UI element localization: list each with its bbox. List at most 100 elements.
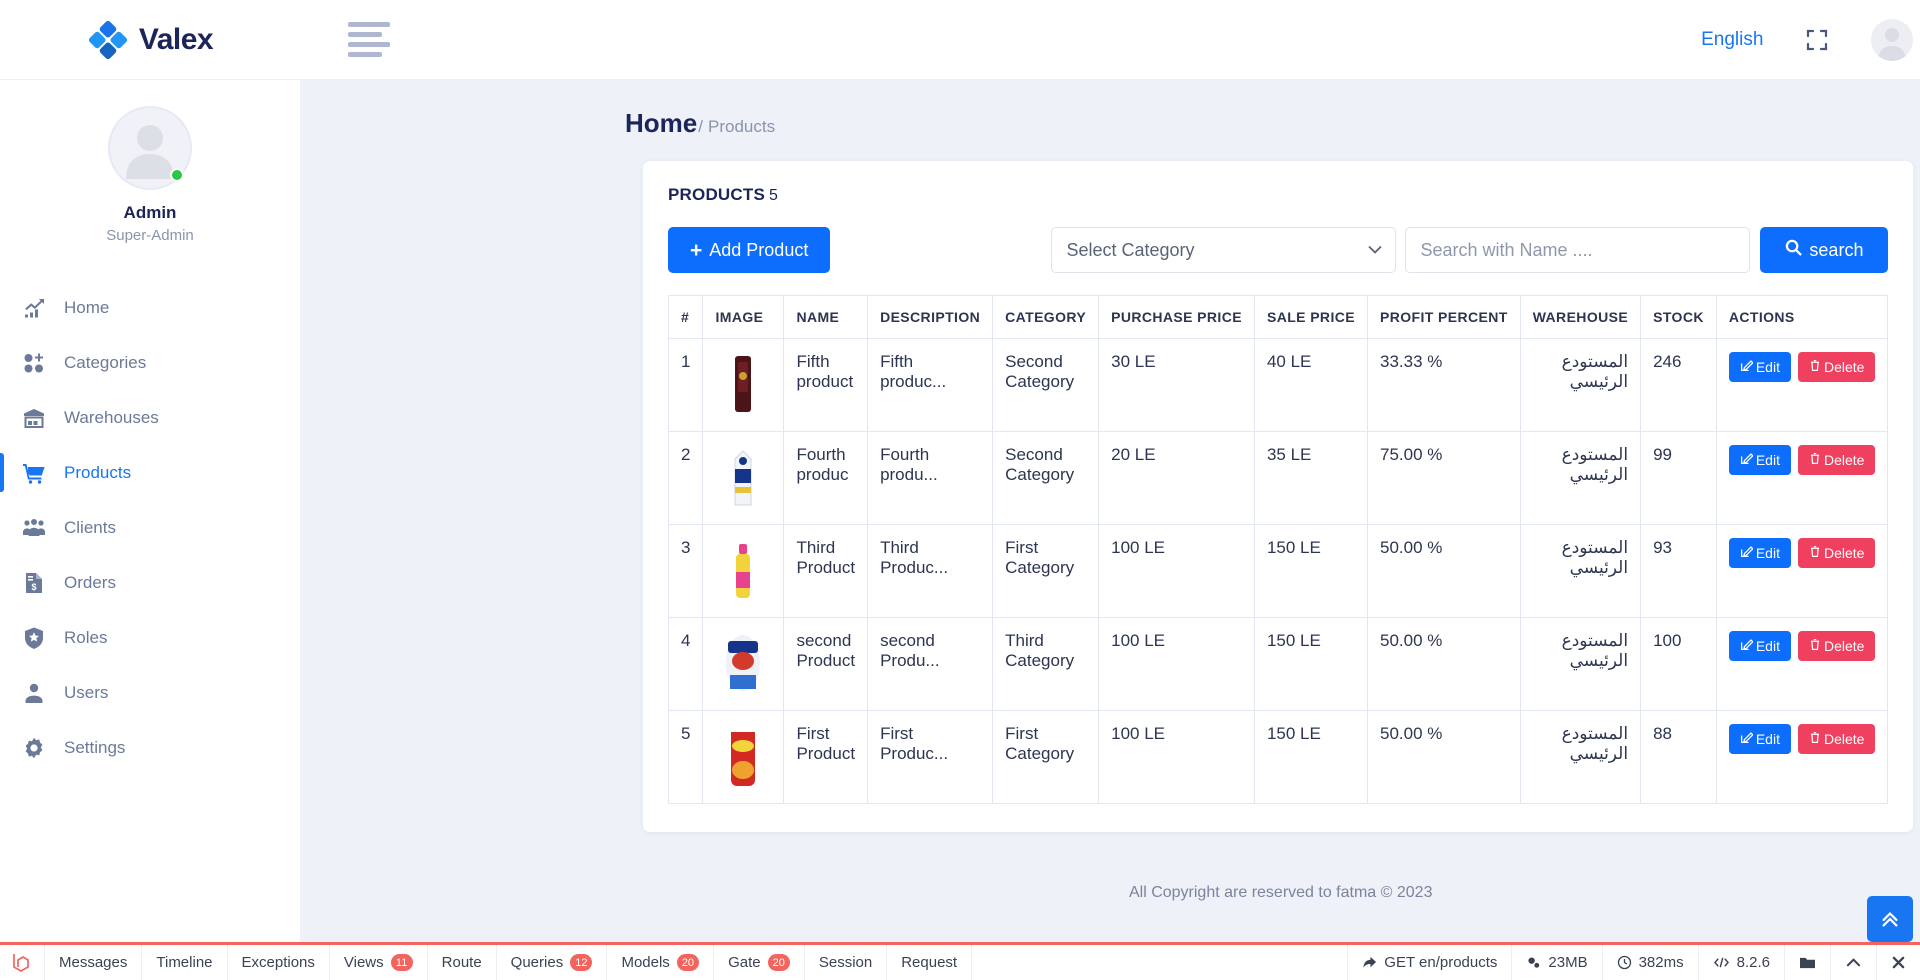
debugbar-tab[interactable]: Models 20	[607, 945, 715, 980]
sidebar-item-label: Products	[64, 462, 132, 482]
column-header-index: #	[667, 295, 704, 339]
edit-button[interactable]: Edit	[1728, 724, 1791, 754]
column-header-sale-price: SALE PRICE	[1253, 295, 1368, 339]
sidebar-item-roles[interactable]: Roles	[0, 610, 300, 665]
breadcrumb-home[interactable]: Home	[625, 108, 697, 139]
debugbar-tab-badge: 20	[676, 954, 700, 971]
pencil-square-icon	[1740, 731, 1754, 747]
cell-description: Fourth produ...	[867, 431, 994, 525]
cell-category: Third Category	[992, 617, 1100, 711]
cell-purchase-price: 100 LE	[1098, 710, 1255, 804]
debugbar-collapse-button[interactable]	[1830, 945, 1876, 980]
hamburger-icon[interactable]	[348, 22, 390, 57]
cell-stock: 88	[1640, 710, 1717, 804]
language-switcher[interactable]: English	[1701, 29, 1763, 51]
sidebar-item-orders[interactable]: $ Orders	[0, 555, 300, 610]
sidebar-item-categories[interactable]: Categories	[0, 335, 300, 390]
debugbar-tab[interactable]: Request	[887, 945, 973, 980]
debugbar-time[interactable]: 382ms	[1601, 945, 1698, 980]
sidebar-item-label: Warehouses	[64, 407, 159, 427]
table-body: 1 Fifth product Fifth produc... Second Cate…	[667, 338, 1889, 804]
sidebar-item-warehouses[interactable]: Warehouses	[0, 390, 300, 445]
sidebar-item-products[interactable]: Products	[0, 445, 300, 500]
table-head: # IMAGE NAME DESCRIPTION CATEGORY PURCHA…	[667, 295, 1889, 339]
search-button[interactable]: search	[1760, 227, 1889, 273]
topbar-avatar[interactable]	[1871, 18, 1914, 61]
user-icon	[22, 681, 46, 705]
cell-actions: Edit Delete	[1715, 338, 1889, 432]
debugbar-tab[interactable]: Messages	[44, 945, 143, 980]
cell-warehouse: المستودع الرئيسي	[1519, 710, 1642, 804]
edit-button[interactable]: Edit	[1728, 538, 1791, 568]
profile-name: Admin	[123, 203, 177, 222]
avatar[interactable]	[108, 106, 192, 190]
cell-name: First Product	[783, 710, 869, 804]
cell-index: 2	[667, 431, 704, 525]
debugbar-tab[interactable]: Gate 20	[714, 945, 805, 980]
cell-sale-price: 150 LE	[1253, 524, 1368, 618]
code-icon	[1713, 955, 1730, 970]
sidebar-item-clients[interactable]: Clients	[0, 500, 300, 555]
debugbar-tab[interactable]: Route	[428, 945, 497, 980]
delete-button[interactable]: Delete	[1797, 445, 1876, 475]
cell-stock: 100	[1640, 617, 1717, 711]
debugbar-tab-label: Gate	[728, 954, 761, 971]
column-header-actions: ACTIONS	[1715, 295, 1889, 339]
debugbar-close-button[interactable]	[1876, 945, 1920, 980]
topbar: English	[300, 0, 1920, 80]
brand-logo[interactable]: Valex	[0, 0, 300, 80]
sidebar-item-home[interactable]: Home	[0, 280, 300, 335]
table-row: 5 First Product First Produc... First Categ…	[667, 710, 1889, 804]
column-header-purchase-price: PURCHASE PRICE	[1098, 295, 1255, 339]
delete-button[interactable]: Delete	[1797, 724, 1876, 754]
debugbar-memory[interactable]: 23MB	[1511, 945, 1601, 980]
delete-button[interactable]: Delete	[1797, 538, 1876, 568]
debugbar-php-value: 8.2.6	[1736, 954, 1770, 971]
search-button-label: search	[1809, 239, 1864, 260]
product-thumbnail	[715, 352, 771, 416]
debugbar-php-version[interactable]: 8.2.6	[1697, 945, 1784, 980]
sidebar-item-users[interactable]: Users	[0, 665, 300, 720]
delete-button[interactable]: Delete	[1797, 631, 1876, 661]
edit-button[interactable]: Edit	[1728, 352, 1791, 382]
debugbar-folder-button[interactable]	[1784, 945, 1830, 980]
add-product-button[interactable]: + Add Product	[668, 227, 831, 273]
debugbar-tab[interactable]: Timeline	[142, 945, 228, 980]
sidebar-item-settings[interactable]: Settings	[0, 720, 300, 775]
debugbar-tab[interactable]: Queries 12	[497, 945, 608, 980]
delete-button[interactable]: Delete	[1797, 352, 1876, 382]
cell-image	[702, 617, 785, 711]
expand-icon[interactable]	[1805, 28, 1829, 52]
app-root: Valex Admin Super-Admin Home Categories …	[0, 0, 1920, 980]
product-thumbnail	[715, 724, 771, 788]
cell-category: Second Category	[992, 338, 1100, 432]
category-select[interactable]: Select Category First Category Second Ca…	[1051, 227, 1397, 273]
cell-warehouse: المستودع الرئيسي	[1519, 338, 1642, 432]
cell-purchase-price: 100 LE	[1098, 617, 1255, 711]
column-header-description: DESCRIPTION	[867, 295, 994, 339]
edit-button[interactable]: Edit	[1728, 631, 1791, 661]
cell-index: 3	[667, 524, 704, 618]
debugbar-tab[interactable]: Exceptions	[228, 945, 330, 980]
topbar-actions: English	[1701, 18, 1914, 61]
edit-button[interactable]: Edit	[1728, 445, 1791, 475]
search-input[interactable]	[1405, 227, 1751, 273]
cell-actions: Edit Delete	[1715, 710, 1889, 804]
cell-actions: Edit Delete	[1715, 431, 1889, 525]
debugbar-tab[interactable]: Views 11	[330, 945, 428, 980]
debugbar-tab-badge: 20	[767, 954, 790, 971]
cell-stock: 99	[1640, 431, 1717, 525]
cell-index: 1	[667, 338, 704, 432]
breadcrumb-current: Products	[707, 117, 776, 136]
cell-image	[702, 338, 785, 432]
table-row: 1 Fifth product Fifth produc... Second Cate…	[667, 338, 1889, 432]
debugbar-tab[interactable]: Session	[805, 945, 888, 980]
scroll-to-top-button[interactable]	[1867, 896, 1914, 942]
debugbar-tab-label: Request	[901, 954, 958, 971]
debugbar-stats: GET en/products 23MB 382ms 8.2.6	[1347, 945, 1920, 980]
products-toolbar: + Add Product Select Category First Cate…	[668, 227, 1889, 273]
cell-sale-price: 35 LE	[1253, 431, 1368, 525]
cell-actions: Edit Delete	[1715, 524, 1889, 618]
column-header-profit-percent: PROFIT PERCENT	[1366, 295, 1521, 339]
debugbar-request[interactable]: GET en/products	[1347, 945, 1511, 980]
